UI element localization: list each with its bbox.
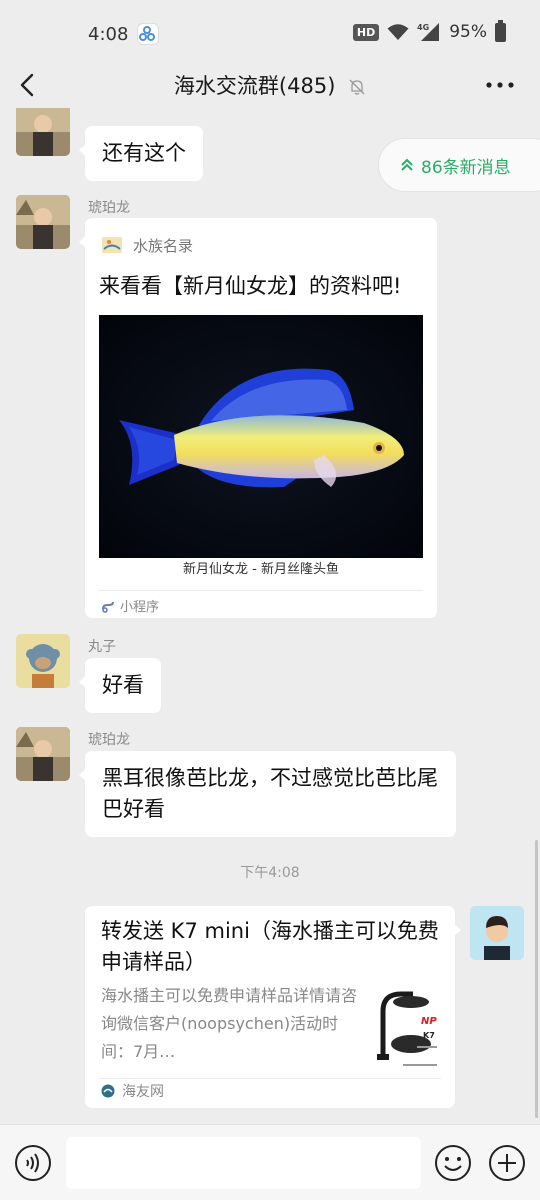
sender-name: 丸子 bbox=[88, 639, 116, 655]
avatar-image bbox=[16, 727, 70, 781]
avatar-hupolong[interactable] bbox=[16, 727, 70, 781]
chat-header: 海水交流群(485) bbox=[0, 66, 540, 106]
sender-name: 琥珀龙 bbox=[88, 732, 130, 748]
fish-photo bbox=[99, 315, 423, 558]
mini-program-title: 来看看【新月仙女龙】的资料吧! bbox=[99, 274, 402, 298]
emoji-icon[interactable] bbox=[434, 1144, 472, 1182]
mini-program-caption: 新月仙女龙 - 新月丝隆头鱼 bbox=[183, 562, 339, 577]
new-messages-button[interactable]: 86条新消息 bbox=[378, 138, 540, 192]
link-description: 海水播主可以免费申请样品详情请咨询微信客户(noopsychen)活动时间：7月… bbox=[101, 986, 358, 1061]
fairy-wrasse-image bbox=[99, 315, 423, 558]
avatar-image bbox=[16, 108, 70, 156]
mini-program-app-name: 水族名录 bbox=[133, 236, 194, 255]
aquarium-app-icon bbox=[102, 237, 122, 253]
plus-icon[interactable] bbox=[488, 1144, 526, 1182]
message-text: 好看 bbox=[102, 673, 144, 697]
mini-program-footer: 小程序 bbox=[101, 596, 159, 615]
link-source-name: 海友网 bbox=[122, 1084, 164, 1100]
avatar-image bbox=[470, 906, 524, 960]
sender-name: 琥珀龙 bbox=[88, 200, 130, 216]
message-input[interactable] bbox=[66, 1137, 421, 1189]
chat-title-wrap: 海水交流群(485) bbox=[0, 70, 540, 100]
message-bubble[interactable]: 好看 bbox=[79, 658, 161, 713]
product-image: NP K7 bbox=[373, 986, 441, 1072]
avatar-image bbox=[16, 634, 70, 688]
mute-bell-icon bbox=[349, 79, 365, 95]
message-timestamp: 下午4:08 bbox=[240, 865, 300, 881]
new-messages-label: 86条新消息 bbox=[421, 157, 511, 178]
chat-title: 海水交流群(485) bbox=[173, 74, 336, 98]
divider bbox=[99, 1078, 441, 1079]
message-bubble[interactable]: 黑耳很像芭比龙，不过感觉比芭比尾巴好看 bbox=[79, 751, 456, 837]
message-bubble[interactable]: 还有这个 bbox=[79, 126, 203, 181]
input-bar bbox=[0, 1124, 540, 1200]
message-text: 黑耳很像芭比龙，不过感觉比芭比尾巴好看 bbox=[102, 766, 438, 821]
mini-program-label: 小程序 bbox=[120, 600, 160, 615]
svg-text:K7: K7 bbox=[423, 1031, 435, 1040]
haiyou-logo-icon bbox=[101, 1084, 115, 1098]
link-title: 转发送 K7 mini（海水播主可以免费申请样品） bbox=[101, 919, 439, 974]
avatar-hupolong[interactable] bbox=[16, 195, 70, 249]
avatar-image bbox=[16, 195, 70, 249]
message-text: 还有这个 bbox=[102, 141, 186, 165]
double-chevron-up-icon bbox=[401, 158, 413, 171]
mini-program-card[interactable]: 水族名录 来看看【新月仙女龙】的资料吧! 新月仙女龙 - 新月丝隆头鱼 小程序 bbox=[79, 218, 437, 618]
divider bbox=[99, 590, 423, 591]
avatar-hupolong[interactable] bbox=[16, 108, 70, 156]
more-icon[interactable] bbox=[484, 72, 516, 98]
avatar-wanzi[interactable] bbox=[16, 634, 70, 688]
avatar-self[interactable] bbox=[470, 906, 524, 960]
link-card[interactable]: 转发送 K7 mini（海水播主可以免费申请样品） 海水播主可以免费申请样品详情… bbox=[85, 906, 461, 1108]
chat-scrollbar[interactable] bbox=[535, 840, 538, 1118]
mini-program-icon bbox=[102, 601, 114, 613]
mini-program-header: 水族名录 bbox=[101, 234, 193, 256]
voice-icon[interactable] bbox=[14, 1144, 52, 1182]
link-source: 海友网 bbox=[101, 1081, 164, 1101]
svg-text:NP: NP bbox=[421, 1016, 437, 1027]
link-thumbnail: NP K7 bbox=[373, 986, 441, 1072]
